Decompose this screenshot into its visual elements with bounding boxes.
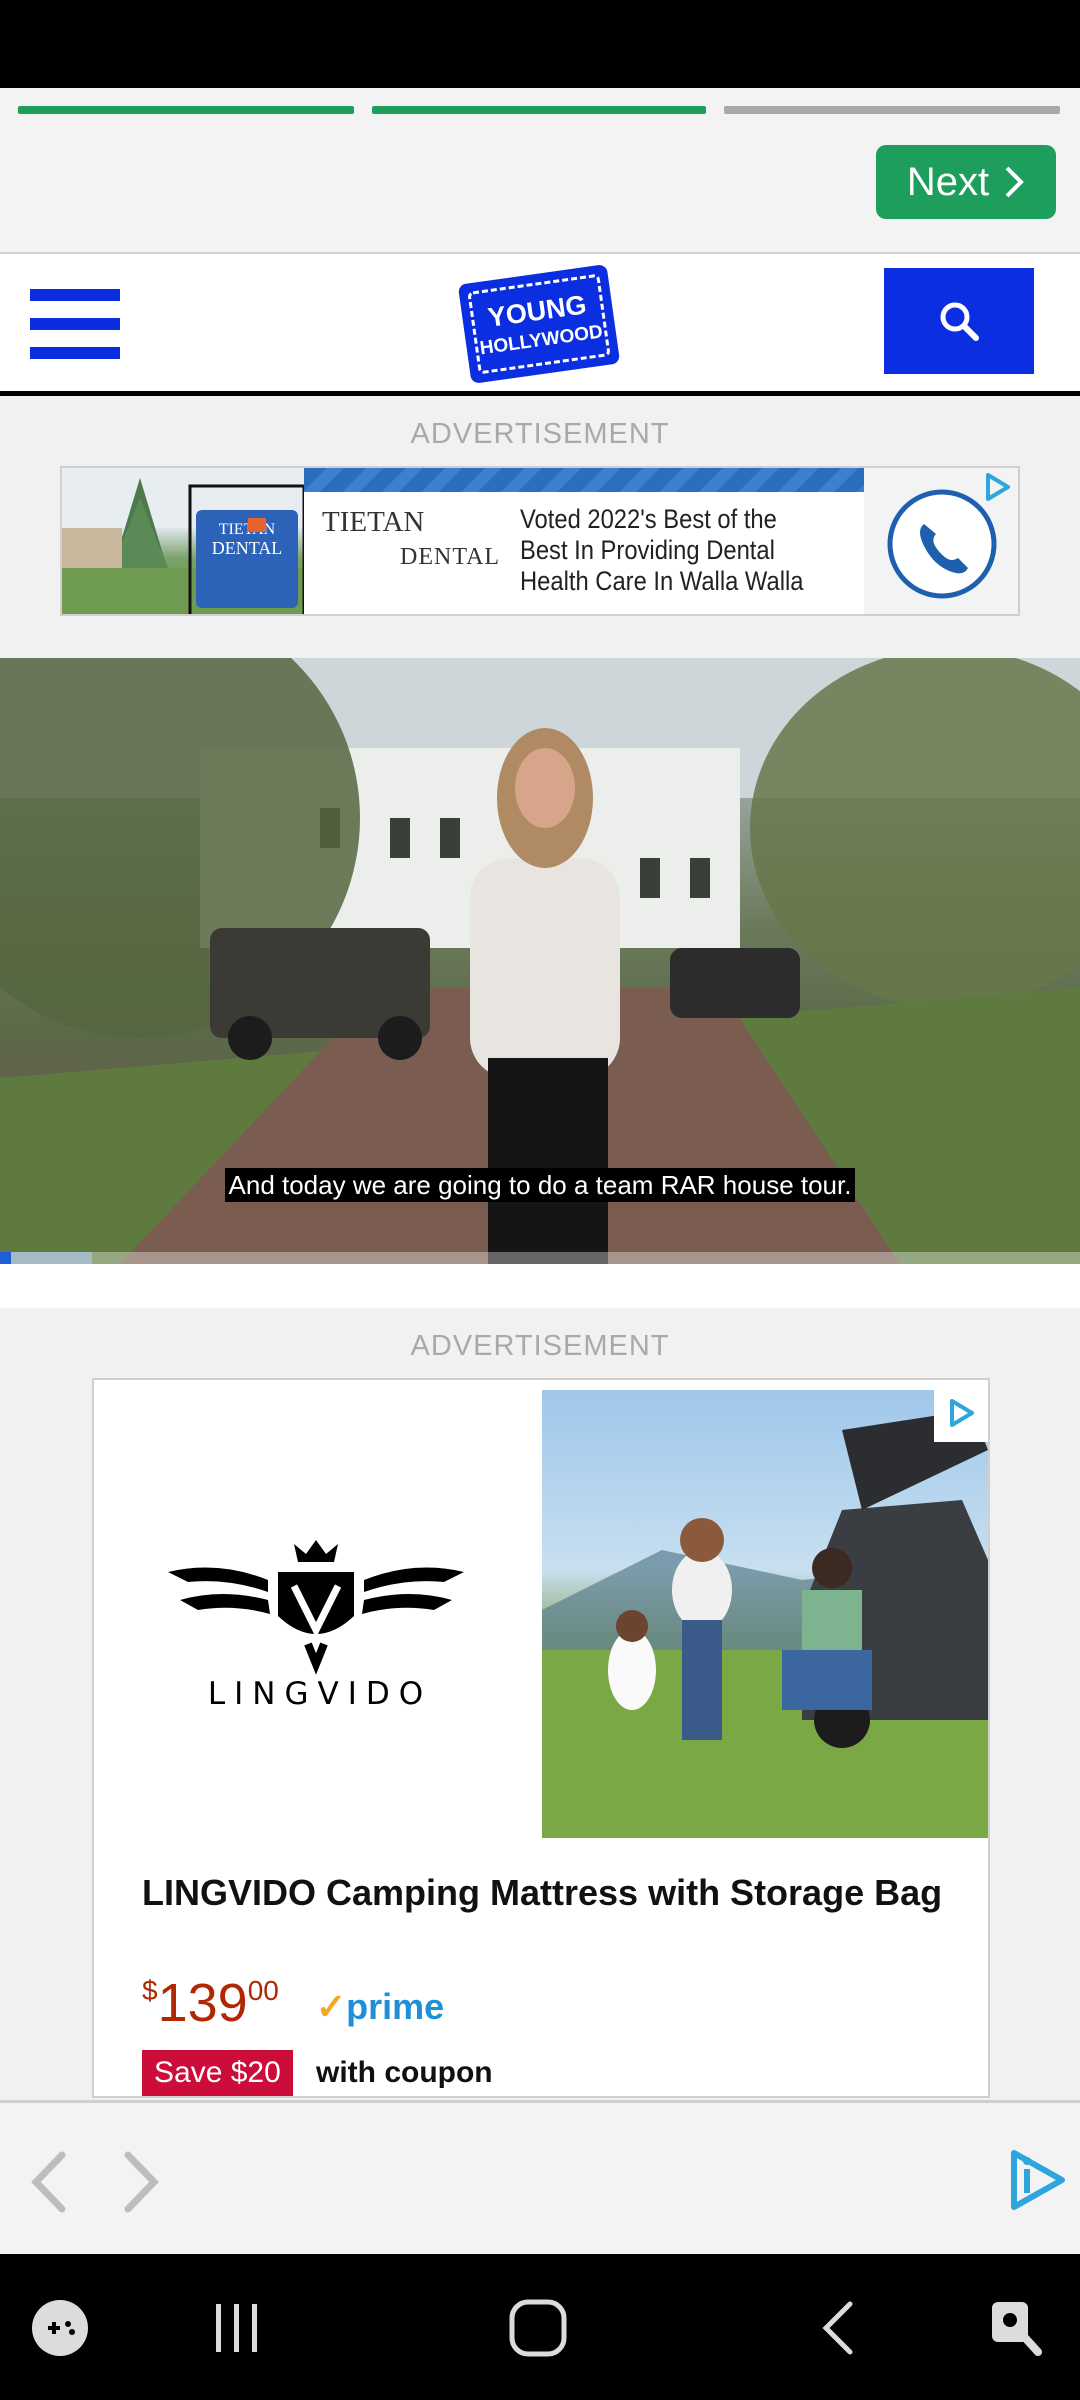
product-price: $13900 [142, 1973, 279, 2033]
status-bar [0, 0, 1080, 88]
search-button[interactable] [884, 268, 1034, 374]
video-progress-fill [0, 1252, 12, 1264]
home-icon[interactable] [500, 2290, 576, 2366]
save-badge: Save $20 [142, 2050, 293, 2096]
adsense-play-icon[interactable] [1000, 2145, 1070, 2215]
story-progress-segment [372, 106, 706, 114]
svg-text:DENTAL: DENTAL [212, 538, 283, 558]
ad-stripe [304, 468, 866, 492]
chevron-right-icon[interactable] [112, 2147, 168, 2217]
dental-ad-copy: Voted 2022's Best of the Best In Providi… [520, 504, 804, 596]
call-button[interactable] [864, 468, 1018, 614]
next-button[interactable]: Next [876, 145, 1056, 219]
video-progress-bar[interactable] [0, 1252, 1080, 1264]
dental-brand-line1: TIETAN [322, 506, 425, 538]
adchoices-icon[interactable] [980, 470, 1014, 504]
prime-badge: ✓prime [316, 1986, 445, 2027]
product-photo [542, 1390, 988, 1838]
product-brand: LINGVIDO [207, 1676, 433, 1712]
story-progress-segment [18, 106, 354, 114]
dental-ad-banner[interactable]: TIETAN DENTAL TIETAN DENTAL Voted 2022's… [60, 466, 1020, 616]
site-header: YOUNG HOLLYWOOD [0, 252, 1080, 396]
advertisement-label: ADVERTISEMENT [410, 418, 670, 450]
spacer [0, 1264, 1080, 1308]
product-title: LINGVIDO Camping Mattress with Storage B… [142, 1872, 943, 1913]
next-button-label: Next [906, 159, 990, 204]
video-buffer [11, 1252, 92, 1264]
adchoices-icon[interactable] [944, 1396, 978, 1430]
dental-brand-line2: DENTAL [400, 544, 501, 570]
accessibility-icon[interactable] [978, 2290, 1054, 2366]
site-logo[interactable]: YOUNG HOLLYWOOD [456, 262, 622, 386]
coupon-text: with coupon [316, 2056, 493, 2089]
dental-office-photo: TIETAN DENTAL [62, 468, 304, 614]
recent-apps-icon[interactable] [198, 2290, 274, 2366]
advertisement-label: ADVERTISEMENT [410, 1330, 670, 1362]
dental-ad-body: TIETAN DENTAL Voted 2022's Best of the B… [304, 468, 866, 614]
prime-check-icon: ✓ [316, 1986, 347, 2027]
story-header: Next [0, 88, 1080, 252]
svg-text:TIETAN: TIETAN [219, 521, 276, 538]
video-player[interactable]: And today we are going to do a team RAR … [0, 658, 1080, 1264]
back-icon[interactable] [802, 2290, 878, 2366]
system-nav-bar [0, 2254, 1080, 2400]
ad-carousel-nav [0, 2100, 1080, 2254]
screen: Next YOUNG HOLLYWOOD ADVERTISEMENT TIETA… [0, 0, 1080, 2400]
video-caption: And today we are going to do a team RAR … [0, 1168, 1080, 1202]
chevron-left-icon[interactable] [22, 2147, 78, 2217]
search-icon [940, 302, 979, 341]
product-ad-card[interactable]: LINGVIDO LINGVIDO Camping Mattress with … [92, 1378, 990, 2098]
story-progress-segment [724, 106, 1060, 114]
menu-icon[interactable] [30, 289, 120, 359]
game-launcher-icon[interactable] [22, 2290, 98, 2366]
chevron-right-icon [1005, 166, 1024, 198]
